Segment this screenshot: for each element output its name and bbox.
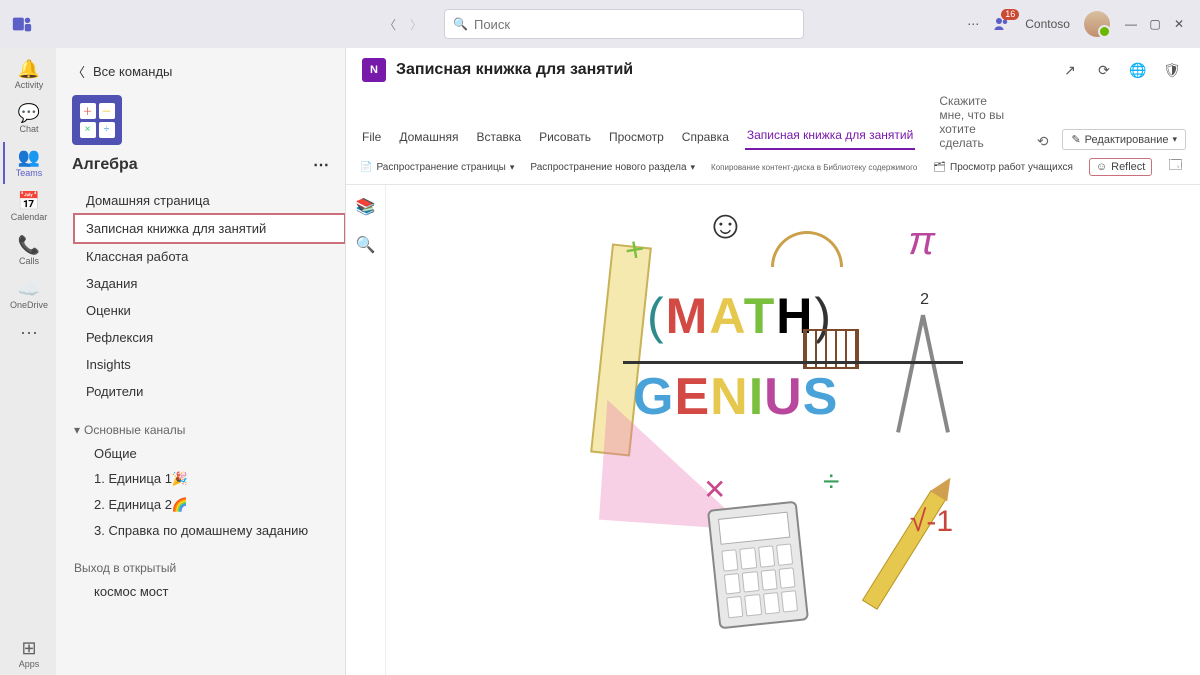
- ribbon-draw[interactable]: Рисовать: [537, 126, 593, 150]
- editing-mode-button[interactable]: ✎ Редактирование▾: [1062, 129, 1186, 150]
- ribbon-home[interactable]: Домашняя: [397, 126, 460, 150]
- rail-more[interactable]: ⋯: [3, 318, 53, 348]
- more-icon: ⋯: [20, 324, 38, 342]
- channel-unit2[interactable]: 2. Единица 2🌈: [56, 492, 345, 518]
- tab-insights[interactable]: Insights: [56, 351, 345, 378]
- review-icon: 🗂: [933, 162, 946, 173]
- more-icon[interactable]: ⋯: [967, 17, 979, 31]
- tell-me-search[interactable]: Скажите мне, что вы хотите сделать: [939, 94, 1008, 150]
- distribute-section-button[interactable]: Распространение нового раздела ▾: [530, 162, 695, 173]
- sync-icon[interactable]: ⟲: [1037, 133, 1049, 150]
- refresh-icon[interactable]: ⟳: [1092, 58, 1116, 82]
- teams-logo-icon: [8, 10, 36, 38]
- shield-icon[interactable]: 🛡: [1160, 58, 1184, 82]
- chevron-left-icon: 〈: [72, 62, 85, 81]
- reflect-button[interactable]: ☺ Reflect: [1089, 158, 1152, 176]
- ribbon-tabs: File Домашняя Вставка Рисовать Просмотр …: [346, 88, 1200, 150]
- sections-icon[interactable]: 📚: [356, 197, 376, 217]
- globe-icon[interactable]: 🌐: [1126, 58, 1150, 82]
- reflect-icon: ☺: [1096, 161, 1107, 173]
- tab-grades[interactable]: Оценки: [56, 297, 345, 324]
- tab-reflect[interactable]: Рефлексия: [56, 324, 345, 351]
- rail-calls[interactable]: 📞Calls: [3, 230, 53, 272]
- app-rail: 🔔Activity 💬Chat 👥Teams 📅Calendar 📞Calls …: [0, 48, 56, 675]
- notification-badge: 16: [1001, 9, 1019, 20]
- search-icon: 🔍: [453, 17, 468, 31]
- rail-teams[interactable]: 👥Teams: [3, 142, 53, 184]
- channel-unit1[interactable]: 1. Единица 1🎉: [56, 466, 345, 492]
- back-to-teams[interactable]: 〈 Все команды: [56, 48, 345, 89]
- maximize-button[interactable]: ▢: [1148, 17, 1162, 31]
- notebook-canvas[interactable]: + ☺ π 2 (MATH) GENIUS ✕ ÷ √-1: [386, 185, 1200, 675]
- chevron-down-icon: ▾: [510, 162, 515, 173]
- ribbon-insert[interactable]: Вставка: [474, 126, 523, 150]
- notebook-nav-rail: 📚 🔍: [346, 185, 386, 675]
- onenote-icon: N: [362, 58, 386, 82]
- rail-activity[interactable]: 🔔Activity: [3, 54, 53, 96]
- rail-apps[interactable]: ⊞Apps: [3, 633, 53, 675]
- content-header: N Записная книжка для занятий ↗ ⟳ 🌐 🛡: [346, 48, 1200, 88]
- distribute-page-button[interactable]: 📄 Распространение страницы ▾: [360, 162, 514, 173]
- group2-header[interactable]: Выход в открытый: [56, 557, 345, 579]
- team-tile[interactable]: ＋－×÷: [72, 95, 122, 145]
- pencil-icon: ✎: [1071, 133, 1080, 146]
- rail-chat[interactable]: 💬Chat: [3, 98, 53, 140]
- tab-class-notebook[interactable]: Записная книжка для занятий: [74, 214, 345, 243]
- team-name: Алгебра: [72, 156, 138, 174]
- ribbon-view[interactable]: Просмотр: [607, 126, 666, 150]
- channel-space-bridge[interactable]: космос мост: [56, 579, 345, 604]
- channel-general[interactable]: Общие: [56, 441, 345, 466]
- content-area: N Записная книжка для занятий ↗ ⟳ 🌐 🛡 Fi…: [346, 48, 1200, 675]
- tab-home[interactable]: Домашняя страница: [56, 187, 345, 214]
- content-title: Записная книжка для занятий: [396, 61, 633, 79]
- minimize-button[interactable]: —: [1124, 17, 1138, 31]
- team-more-icon[interactable]: ⋯: [313, 155, 329, 175]
- rail-onedrive[interactable]: ☁️OneDrive: [3, 274, 53, 316]
- chevron-down-icon: ▾: [1172, 134, 1177, 145]
- ribbon-class-notebook[interactable]: Записная книжка для занятий: [745, 124, 915, 150]
- org-name: Contoso: [1025, 17, 1070, 31]
- rail-calendar[interactable]: 📅Calendar: [3, 186, 53, 228]
- main-area: 🔔Activity 💬Chat 👥Teams 📅Calendar 📞Calls …: [0, 48, 1200, 675]
- chat-icon: 💬: [18, 104, 40, 122]
- channel-hw-help[interactable]: 3. Справка по домашнему заданию: [56, 518, 345, 543]
- user-avatar[interactable]: [1084, 11, 1110, 37]
- notebook-page-wrap: 📚 🔍 + ☺ π 2 (MATH) GENIUS ✕: [346, 185, 1200, 675]
- math-genius-art: + ☺ π 2 (MATH) GENIUS ✕ ÷ √-1: [593, 195, 993, 625]
- close-button[interactable]: ✕: [1172, 17, 1186, 31]
- window-controls: — ▢ ✕: [1124, 17, 1186, 31]
- ribbon-help[interactable]: Справка: [680, 126, 731, 150]
- team-sidebar: 〈 Все команды ＋－×÷ Алгебра ⋯ Домашняя ст…: [56, 48, 346, 675]
- search-input[interactable]: [474, 17, 795, 32]
- toolbar-addon-1-icon[interactable]: 🗔: [1168, 156, 1182, 178]
- chevron-down-icon: ▾: [74, 423, 80, 437]
- org-button[interactable]: 16: [993, 15, 1011, 33]
- review-student-work-button[interactable]: 🗂 Просмотр работ учащихся: [933, 162, 1073, 173]
- open-external-icon[interactable]: ↗: [1058, 58, 1082, 82]
- search-page-icon[interactable]: 🔍: [356, 235, 376, 255]
- tab-classwork[interactable]: Классная работа: [56, 243, 345, 270]
- calendar-icon: 📅: [18, 192, 40, 210]
- chevron-down-icon: ▾: [691, 162, 696, 173]
- window-titlebar: 〈 〉 🔍 ⋯ 16 Contoso — ▢ ✕: [0, 0, 1200, 48]
- apps-icon: ⊞: [21, 639, 36, 657]
- calls-icon: 📞: [18, 236, 40, 254]
- bell-icon: 🔔: [18, 60, 40, 78]
- channels-header[interactable]: ▾Основные каналы: [56, 419, 345, 441]
- team-tabs: Домашняя страница Записная книжка для за…: [56, 187, 345, 411]
- nav-forward-icon[interactable]: 〉: [410, 16, 422, 33]
- tab-parents[interactable]: Родители: [56, 378, 345, 405]
- teams-icon: 👥: [18, 148, 40, 166]
- global-search[interactable]: 🔍: [444, 9, 804, 39]
- cloud-icon: ☁️: [18, 280, 40, 298]
- page-icon: 📄: [360, 162, 372, 173]
- class-notebook-toolbar: 📄 Распространение страницы ▾ Распростран…: [346, 150, 1200, 185]
- copy-to-library-button[interactable]: Копирование контент-диска в Библиотеку с…: [711, 163, 917, 172]
- nav-back-icon[interactable]: 〈: [384, 16, 396, 33]
- tab-assignments[interactable]: Задания: [56, 270, 345, 297]
- ribbon-file[interactable]: File: [360, 126, 383, 150]
